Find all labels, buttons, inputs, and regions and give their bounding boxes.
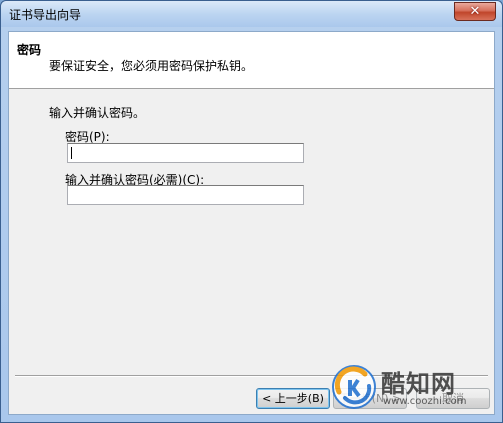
- next-button[interactable]: 下一步(N) >: [333, 388, 407, 409]
- window-title: 证书导出向导: [9, 8, 82, 22]
- password-field[interactable]: [67, 143, 304, 163]
- page-title: 密码: [17, 43, 42, 57]
- wizard-client-area: 密码 要保证安全，您必须用密码保护私钥。 输入并确认密码。 密码(P): 输入并…: [8, 31, 495, 415]
- button-divider: [15, 375, 488, 377]
- title-bar[interactable]: 证书导出向导 ✕: [1, 1, 502, 27]
- wizard-header: 密码 要保证安全，您必须用密码保护私钥。: [9, 32, 494, 89]
- cancel-button[interactable]: 取消: [416, 388, 490, 409]
- back-button[interactable]: < 上一步(B): [256, 388, 330, 409]
- text-caret: [71, 147, 72, 159]
- instruction-text: 输入并确认密码。: [49, 106, 146, 120]
- close-icon: ✕: [469, 4, 481, 19]
- confirm-password-field[interactable]: [67, 185, 304, 205]
- certificate-export-wizard-window: 证书导出向导 ✕ 密码 要保证安全，您必须用密码保护私钥。 输入并确认密码。 密…: [0, 0, 503, 423]
- close-button[interactable]: ✕: [454, 2, 496, 21]
- watermark: 酷知网 www.coozhi.com: [327, 354, 477, 420]
- page-subtitle: 要保证安全，您必须用密码保护私钥。: [49, 59, 254, 73]
